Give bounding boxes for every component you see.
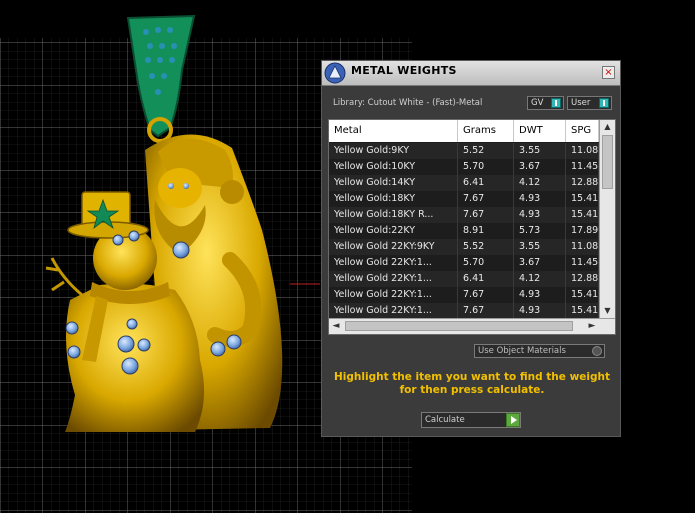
cell-metal: Yellow Gold:9KY — [329, 143, 458, 159]
cell-spg: 17.89 — [566, 223, 599, 239]
cell-grams: 8.91 — [458, 223, 514, 239]
gv-toggle[interactable]: GV — [527, 96, 564, 110]
instruction-line-2: for then press calculate. — [399, 384, 545, 396]
toggle-knob-icon — [599, 98, 609, 108]
vertical-scrollbar[interactable]: ▲ ▼ — [599, 120, 615, 318]
cell-spg: 15.41 — [566, 207, 599, 223]
dialog-titlebar[interactable]: METAL WEIGHTS × — [322, 61, 620, 86]
play-arrow-icon[interactable] — [506, 413, 520, 427]
table-row[interactable]: Yellow Gold 22KY:1... 5.70 3.67 11.45 — [329, 255, 599, 271]
cell-grams: 7.67 — [458, 303, 514, 319]
table-row[interactable]: Yellow Gold 22KY:1... 6.41 4.12 12.88 — [329, 271, 599, 287]
cell-metal: Yellow Gold 22KY:1... — [329, 303, 458, 319]
vertical-scroll-thumb[interactable] — [602, 135, 613, 189]
cell-dwt: 4.93 — [514, 191, 566, 207]
cell-metal: Yellow Gold:18KY R... — [329, 207, 458, 223]
gv-toggle-label: GV — [531, 98, 544, 108]
table-row[interactable]: Yellow Gold:14KY 6.41 4.12 12.88 — [329, 175, 599, 191]
cell-dwt: 3.67 — [514, 159, 566, 175]
close-icon[interactable]: × — [602, 66, 615, 79]
cell-dwt: 4.93 — [514, 303, 566, 319]
table-row[interactable]: Yellow Gold:9KY 5.52 3.55 11.08 — [329, 143, 599, 159]
library-label: Library: Cutout White - (Fast)-Metal — [333, 98, 483, 108]
table-row[interactable]: Yellow Gold:18KY R... 7.67 4.93 15.41 — [329, 207, 599, 223]
cell-spg: 11.45 — [566, 159, 599, 175]
user-toggle-label: User — [571, 98, 591, 108]
cell-grams: 7.67 — [458, 207, 514, 223]
cell-metal: Yellow Gold:22KY — [329, 223, 458, 239]
scroll-left-icon[interactable]: ◄ — [329, 319, 343, 334]
metal-weights-dialog: METAL WEIGHTS × Library: Cutout White - … — [321, 60, 621, 437]
metal-table: Metal Grams DWT SPG Yellow Gold:9KY 5.52 3… — [328, 119, 616, 335]
calculate-label: Calculate — [425, 415, 465, 425]
table-header: Metal Grams DWT SPG — [329, 120, 599, 142]
radio-knob-icon — [592, 346, 602, 356]
horizontal-scroll-thumb[interactable] — [345, 321, 573, 331]
scroll-up-icon[interactable]: ▲ — [600, 120, 615, 134]
use-object-materials-label: Use Object Materials — [478, 346, 566, 356]
cell-metal: Yellow Gold 22KY:1... — [329, 287, 458, 303]
cell-spg: 12.88 — [566, 175, 599, 191]
cell-spg: 11.45 — [566, 255, 599, 271]
app-logo-icon — [324, 62, 346, 84]
cell-metal: Yellow Gold 22KY:1... — [329, 255, 458, 271]
cell-dwt: 4.93 — [514, 287, 566, 303]
table-row[interactable]: Yellow Gold:10KY 5.70 3.67 11.45 — [329, 159, 599, 175]
use-object-materials-checkbox[interactable]: Use Object Materials — [474, 344, 605, 358]
table-row[interactable]: Yellow Gold 22KY:1... 7.67 4.93 15.41 — [329, 303, 599, 319]
column-header-metal[interactable]: Metal — [329, 120, 458, 142]
cell-spg: 15.41 — [566, 191, 599, 207]
cell-spg: 15.41 — [566, 303, 599, 319]
column-header-spg[interactable]: SPG — [566, 120, 599, 142]
cell-metal: Yellow Gold:10KY — [329, 159, 458, 175]
scroll-right-icon[interactable]: ► — [585, 319, 599, 334]
cell-dwt: 4.93 — [514, 207, 566, 223]
column-header-grams[interactable]: Grams — [458, 120, 514, 142]
cell-grams: 5.70 — [458, 255, 514, 271]
cell-grams: 7.67 — [458, 191, 514, 207]
cell-dwt: 4.12 — [514, 271, 566, 287]
user-toggle[interactable]: User — [567, 96, 612, 110]
cell-grams: 5.70 — [458, 159, 514, 175]
cell-spg: 11.08 — [566, 143, 599, 159]
table-body: Yellow Gold:9KY 5.52 3.55 11.08 Yellow Gold:… — [329, 143, 599, 319]
instruction-line-1: Highlight the item you want to find the … — [334, 371, 610, 383]
cell-dwt: 3.55 — [514, 239, 566, 255]
instruction-text: Highlight the item you want to find the … — [328, 371, 616, 397]
horizontal-scrollbar[interactable]: ◄ ► — [329, 318, 615, 334]
cell-metal: Yellow Gold:18KY — [329, 191, 458, 207]
dialog-title: METAL WEIGHTS — [351, 64, 457, 77]
toggle-knob-icon — [551, 98, 561, 108]
table-row[interactable]: Yellow Gold:18KY 7.67 4.93 15.41 — [329, 191, 599, 207]
table-row[interactable]: Yellow Gold 22KY:1... 7.67 4.93 15.41 — [329, 287, 599, 303]
cell-metal: Yellow Gold:14KY — [329, 175, 458, 191]
cell-metal: Yellow Gold 22KY:1... — [329, 271, 458, 287]
scroll-down-icon[interactable]: ▼ — [600, 304, 615, 318]
column-header-dwt[interactable]: DWT — [514, 120, 566, 142]
cell-grams: 6.41 — [458, 175, 514, 191]
cell-dwt: 3.67 — [514, 255, 566, 271]
cell-grams: 5.52 — [458, 143, 514, 159]
cell-spg: 12.88 — [566, 271, 599, 287]
cell-grams: 6.41 — [458, 271, 514, 287]
table-row[interactable]: Yellow Gold:22KY 8.91 5.73 17.89 — [329, 223, 599, 239]
cell-spg: 15.41 — [566, 287, 599, 303]
cell-grams: 5.52 — [458, 239, 514, 255]
cell-dwt: 3.55 — [514, 143, 566, 159]
cell-metal: Yellow Gold 22KY:9KY — [329, 239, 458, 255]
cell-dwt: 4.12 — [514, 175, 566, 191]
cell-grams: 7.67 — [458, 287, 514, 303]
table-row[interactable]: Yellow Gold 22KY:9KY 5.52 3.55 11.08 — [329, 239, 599, 255]
cell-dwt: 5.73 — [514, 223, 566, 239]
cell-spg: 11.08 — [566, 239, 599, 255]
